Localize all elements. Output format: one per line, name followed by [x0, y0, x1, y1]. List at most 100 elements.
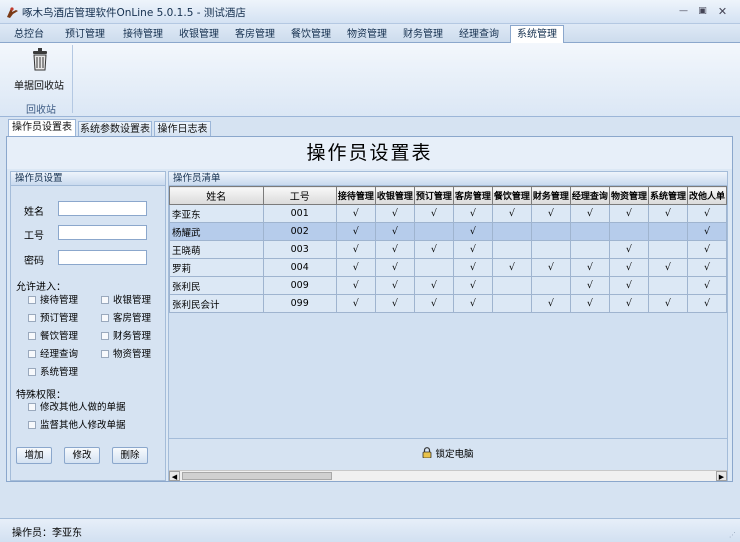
column-header[interactable]: 物资管理	[608, 186, 649, 205]
menu-tab-cashier[interactable]: 收银管理	[172, 26, 226, 43]
password-input[interactable]	[58, 250, 147, 265]
column-header[interactable]: 收银管理	[374, 186, 415, 205]
cell-permission	[413, 258, 454, 277]
cell-permission: √	[335, 258, 376, 277]
allow-label: 允许进入：	[16, 282, 66, 293]
cell-permission: √	[452, 294, 493, 313]
cell-permission: √	[452, 258, 493, 277]
cell-permission	[530, 276, 571, 295]
perm-checkbox-materials[interactable]: 物资管理	[101, 346, 151, 360]
scroll-left-icon[interactable]: ◀	[169, 471, 180, 481]
column-header[interactable]: 经理查询	[569, 186, 610, 205]
cell-permission: √	[491, 258, 532, 277]
cell-permission: √	[530, 294, 571, 313]
perm-checkbox-manager-query[interactable]: 经理查询	[28, 346, 78, 360]
recycle-bin-label: 单据回收站	[14, 81, 64, 92]
menu-tab-catering[interactable]: 餐饮管理	[284, 26, 338, 43]
perm-checkbox-cashier[interactable]: 收银管理	[101, 292, 151, 306]
ribbon-group-label: 回收站	[26, 105, 56, 116]
id-input[interactable]	[58, 225, 147, 240]
name-input[interactable]	[58, 201, 147, 216]
cell-permission: √	[686, 240, 727, 259]
table-row[interactable]: 罗莉 004 √ √ √ √ √ √ √ √ √	[169, 258, 727, 277]
table-row[interactable]: 杨耀武 002 √ √ √ √	[169, 222, 727, 241]
operator-list-title: 操作员清单	[169, 172, 727, 186]
operator-settings-title: 操作员设置	[11, 172, 165, 186]
id-label: 工号	[24, 231, 44, 242]
cell-permission: √	[608, 258, 649, 277]
cell-permission: √	[374, 276, 415, 295]
special-checkbox-supervise[interactable]: 监督其他人修改单据	[28, 417, 126, 431]
column-header[interactable]: 工号	[262, 186, 337, 205]
operator-grid[interactable]: 姓名 工号 接待管理 收银管理 预订管理 客房管理 餐饮管理 财务管理 经理查询 物资管理 系统管理…	[169, 186, 727, 438]
special-checkbox-edit-others[interactable]: 修改其他人做的单据	[28, 399, 126, 413]
menu-tab-rooms[interactable]: 客房管理	[228, 26, 282, 43]
cell-permission: √	[608, 294, 649, 313]
scroll-right-icon[interactable]: ▶	[716, 471, 727, 481]
perm-checkbox-reception[interactable]: 接待管理	[28, 292, 78, 306]
cell-id: 002	[262, 222, 337, 241]
cell-permission: √	[686, 294, 727, 313]
minimize-button[interactable]: —	[677, 6, 690, 17]
add-button[interactable]: 增加	[16, 447, 52, 464]
menu-tab-reception[interactable]: 接待管理	[116, 26, 170, 43]
perm-checkbox-finance[interactable]: 财务管理	[101, 328, 151, 342]
cell-permission: √	[374, 222, 415, 241]
cell-permission	[608, 222, 649, 241]
cell-permission	[647, 222, 688, 241]
tab-system-params[interactable]: 系统参数设置表	[78, 121, 152, 137]
column-header[interactable]: 餐饮管理	[491, 186, 532, 205]
cell-permission: √	[374, 240, 415, 259]
cell-permission: √	[647, 204, 688, 223]
menu-tab-materials[interactable]: 物资管理	[340, 26, 394, 43]
cell-permission: √	[413, 240, 454, 259]
close-button[interactable]: ✕	[716, 6, 729, 17]
cell-permission	[530, 240, 571, 259]
cell-permission	[569, 240, 610, 259]
column-header[interactable]: 姓名	[169, 186, 264, 205]
menu-tab-manager-query[interactable]: 经理查询	[452, 26, 506, 43]
menu-tab-system[interactable]: 系统管理	[510, 25, 564, 43]
maximize-button[interactable]: ▣	[696, 6, 709, 17]
menu-tab-finance[interactable]: 财务管理	[396, 26, 450, 43]
table-row[interactable]: 王晓萌 003 √ √ √ √ √ √	[169, 240, 727, 259]
content-area: 操作员设置表 操作员设置 姓名 工号 密码 允许进入： 接待管理 收银管理 预订…	[6, 136, 733, 482]
column-header[interactable]: 预订管理	[413, 186, 454, 205]
perm-checkbox-system[interactable]: 系统管理	[28, 364, 78, 378]
cell-name: 李亚东	[169, 204, 264, 223]
column-header[interactable]: 系统管理	[647, 186, 688, 205]
column-header[interactable]: 接待管理	[335, 186, 376, 205]
menu-tab-console[interactable]: 总控台	[4, 26, 54, 43]
menu-tab-reservation[interactable]: 预订管理	[58, 26, 112, 43]
perm-checkbox-reservation[interactable]: 预订管理	[28, 310, 78, 324]
cell-permission	[647, 240, 688, 259]
operator-table: 姓名 工号 接待管理 收银管理 预订管理 客房管理 餐饮管理 财务管理 经理查询 物资管理 系统管理…	[169, 186, 727, 313]
lock-computer-button[interactable]: 锁定电脑	[169, 438, 727, 470]
recycle-bin-button[interactable]: 单据回收站	[12, 47, 66, 92]
scroll-thumb[interactable]	[182, 472, 332, 480]
table-row[interactable]: 张利民会计 099 √ √ √ √ √ √ √ √ √	[169, 294, 727, 313]
cell-permission: √	[452, 276, 493, 295]
perm-checkbox-rooms[interactable]: 客房管理	[101, 310, 151, 324]
cell-permission: √	[413, 276, 454, 295]
column-header[interactable]: 财务管理	[530, 186, 571, 205]
cell-permission: √	[647, 258, 688, 277]
cell-permission: √	[452, 222, 493, 241]
table-row[interactable]: 张利民 009 √ √ √ √ √ √ √	[169, 276, 727, 295]
table-row[interactable]: 李亚东 001 √ √ √ √ √ √ √ √ √ √	[169, 204, 727, 223]
cell-id: 009	[262, 276, 337, 295]
tab-operation-log[interactable]: 操作日志表	[154, 121, 211, 137]
column-header[interactable]: 改他人单	[686, 186, 727, 205]
woodpecker-app-icon	[7, 7, 18, 18]
horizontal-scrollbar[interactable]: ◀ ▶	[169, 470, 727, 481]
operator-settings-panel: 操作员设置 姓名 工号 密码 允许进入： 接待管理 收银管理 预订管理 客房管理…	[10, 171, 166, 481]
perm-checkbox-catering[interactable]: 餐饮管理	[28, 328, 78, 342]
name-label: 姓名	[24, 207, 44, 218]
edit-button[interactable]: 修改	[64, 447, 100, 464]
delete-button[interactable]: 删除	[112, 447, 148, 464]
cell-name: 张利民会计	[169, 294, 264, 313]
column-header[interactable]: 客房管理	[452, 186, 493, 205]
resize-grip-icon[interactable]: ⋰	[729, 531, 737, 539]
recycle-bin-icon	[33, 48, 47, 71]
cell-permission: √	[569, 294, 610, 313]
